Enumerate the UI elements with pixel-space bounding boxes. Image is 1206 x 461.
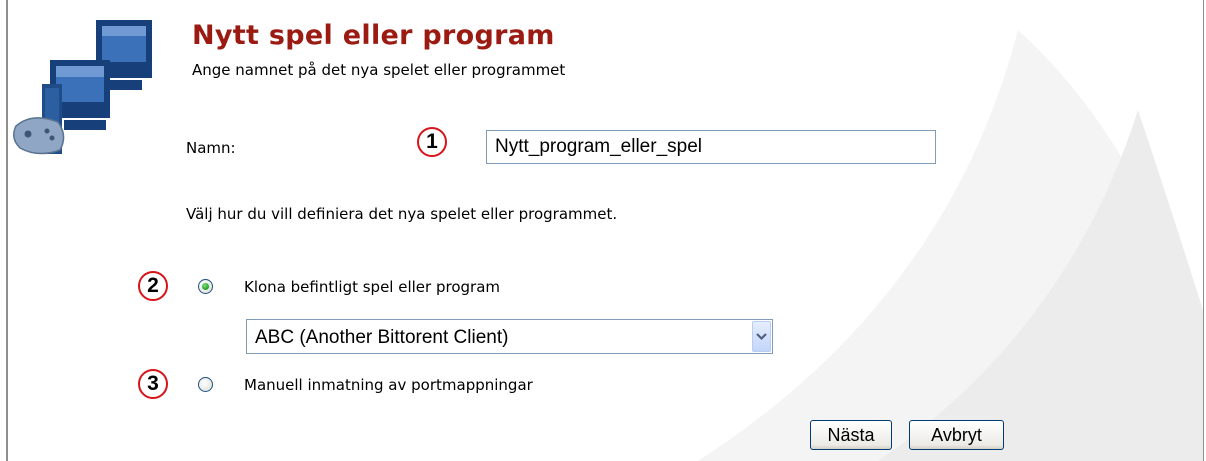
callout-badge-3: 3 — [138, 369, 168, 399]
callout-badge-1: 1 — [417, 127, 447, 157]
clone-option-radio[interactable] — [198, 279, 213, 294]
background-swoosh — [698, 30, 1203, 461]
clone-select-value: ABC (Another Bittorent Client) — [255, 327, 509, 348]
manual-option-label[interactable]: Manuell inmatning av portmappningar — [244, 376, 533, 394]
radio-checked-dot — [202, 283, 209, 290]
clone-program-select[interactable]: ABC (Another Bittorent Client) — [246, 319, 773, 354]
page-title: Nytt spel eller program — [192, 20, 555, 51]
instruction-text: Välj hur du vill definiera det nya spele… — [186, 205, 618, 223]
page-subtitle: Ange namnet på det nya spelet eller prog… — [192, 61, 566, 79]
manual-option-radio[interactable] — [198, 377, 213, 392]
chevron-down-icon — [756, 333, 767, 341]
name-input[interactable] — [486, 130, 936, 164]
name-label: Namn: — [186, 139, 236, 157]
dialog-panel: Nytt spel eller program Ange namnet på d… — [6, 0, 1204, 461]
next-button[interactable]: Nästa — [810, 420, 892, 450]
callout-badge-2: 2 — [138, 271, 168, 301]
cancel-button[interactable]: Avbryt — [909, 420, 1004, 450]
clone-option-label[interactable]: Klona befintligt spel eller program — [244, 278, 500, 296]
computer-gamepad-logo-icon — [13, 20, 152, 155]
dropdown-button[interactable] — [752, 321, 771, 352]
